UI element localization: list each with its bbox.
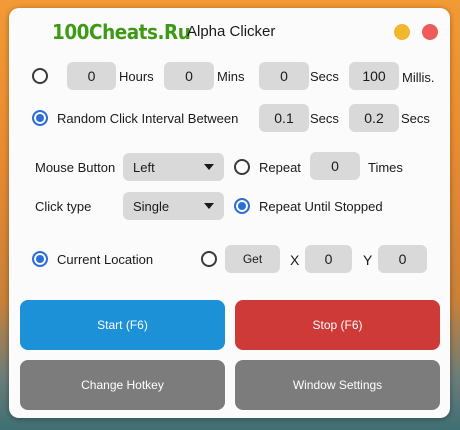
get-location-button[interactable]: Get (225, 245, 280, 273)
random-interval-label: Random Click Interval Between (57, 111, 239, 126)
repeat-until-stopped-label: Repeat Until Stopped (259, 199, 383, 214)
random-max-label: Secs (401, 111, 430, 126)
secs-label: Secs (310, 69, 339, 84)
click-type-select[interactable]: Single (123, 192, 224, 220)
current-location-radio[interactable] (32, 251, 48, 267)
x-label: X (290, 252, 300, 268)
mins-label: Mins (217, 69, 245, 84)
hours-input[interactable]: 0 (67, 62, 116, 90)
hours-label: Hours (119, 69, 154, 84)
y-coordinate-input[interactable]: 0 (378, 245, 427, 273)
mouse-button-value: Left (133, 159, 155, 175)
start-button[interactable]: Start (F6) (20, 300, 225, 350)
current-location-label: Current Location (57, 252, 154, 267)
close-icon[interactable] (422, 24, 438, 40)
millis-label: Millis. (402, 70, 435, 85)
app-window: 100Cheats.Ru Alpha Clicker 0 Hours 0 Min… (9, 8, 450, 418)
change-hotkey-button[interactable]: Change Hotkey (20, 360, 225, 410)
stop-button[interactable]: Stop (F6) (235, 300, 440, 350)
click-type-value: Single (133, 198, 170, 214)
fixed-interval-radio[interactable] (32, 68, 48, 84)
repeat-times-label: Times (368, 160, 403, 175)
chevron-down-icon (204, 164, 214, 170)
random-min-input[interactable]: 0.1 (259, 104, 309, 132)
random-interval-radio[interactable] (32, 110, 48, 126)
window-settings-button[interactable]: Window Settings (235, 360, 440, 410)
chevron-down-icon (204, 203, 214, 209)
app-logo: 100Cheats.Ru (52, 20, 191, 44)
custom-location-radio[interactable] (201, 251, 217, 267)
mouse-button-select[interactable]: Left (123, 153, 224, 181)
random-max-input[interactable]: 0.2 (349, 104, 399, 132)
y-label: Y (363, 252, 373, 268)
repeat-radio[interactable] (234, 159, 250, 175)
secs-input[interactable]: 0 (259, 62, 309, 90)
x-coordinate-input[interactable]: 0 (305, 245, 352, 273)
random-min-label: Secs (310, 111, 339, 126)
repeat-times-input[interactable]: 0 (310, 152, 360, 180)
mouse-button-label: Mouse Button (35, 160, 116, 175)
window-title: Alpha Clicker (187, 23, 276, 40)
minimize-icon[interactable] (394, 24, 410, 40)
repeat-label: Repeat (259, 160, 301, 175)
click-type-label: Click type (35, 199, 92, 214)
mins-input[interactable]: 0 (164, 62, 214, 90)
repeat-until-stopped-radio[interactable] (234, 198, 250, 214)
millis-input[interactable]: 100 (349, 62, 399, 90)
